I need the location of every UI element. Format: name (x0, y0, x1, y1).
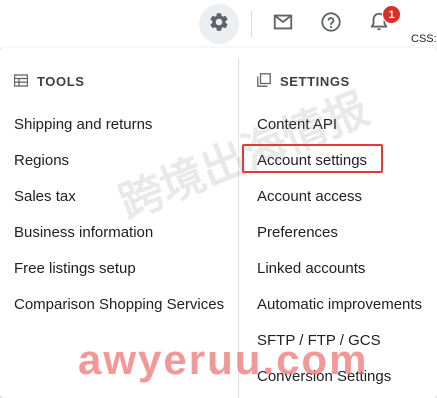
toolbar-divider (251, 10, 252, 38)
tools-heading: TOOLS (13, 73, 85, 90)
gear-icon (208, 11, 230, 38)
help-button[interactable] (311, 4, 351, 44)
notification-badge: 1 (382, 5, 401, 24)
tools-item-business-information[interactable]: Business information (14, 224, 153, 242)
settings-section-icon (257, 73, 280, 90)
help-icon (320, 11, 342, 38)
mail-icon (272, 11, 294, 38)
settings-item-account-access[interactable]: Account access (257, 188, 362, 206)
tools-heading-label: TOOLS (37, 74, 85, 89)
css-label: CSS: (411, 33, 437, 45)
tools-item-shipping-and-returns[interactable]: Shipping and returns (14, 116, 152, 134)
mail-button[interactable] (263, 4, 303, 44)
settings-heading-label: SETTINGS (280, 74, 350, 89)
tools-item-comparison-shopping-services[interactable]: Comparison Shopping Services (14, 296, 224, 314)
settings-item-conversion-settings[interactable]: Conversion Settings (257, 368, 391, 386)
settings-heading: SETTINGS (257, 73, 350, 90)
tools-item-regions[interactable]: Regions (14, 152, 69, 170)
settings-item-sftp-ftp-gcs[interactable]: SFTP / FTP / GCS (257, 332, 381, 350)
tools-item-sales-tax[interactable]: Sales tax (14, 188, 76, 206)
settings-item-linked-accounts[interactable]: Linked accounts (257, 260, 365, 278)
tools-icon (13, 73, 37, 90)
account-settings-highlight-box (242, 144, 383, 173)
column-divider (238, 58, 239, 398)
settings-item-automatic-improvements[interactable]: Automatic improvements (257, 296, 422, 314)
tools-item-free-listings-setup[interactable]: Free listings setup (14, 260, 136, 278)
settings-item-content-api[interactable]: Content API (257, 116, 337, 134)
settings-button[interactable] (199, 4, 239, 44)
top-toolbar: 1 CSS: (0, 0, 437, 48)
settings-item-preferences[interactable]: Preferences (257, 224, 338, 242)
